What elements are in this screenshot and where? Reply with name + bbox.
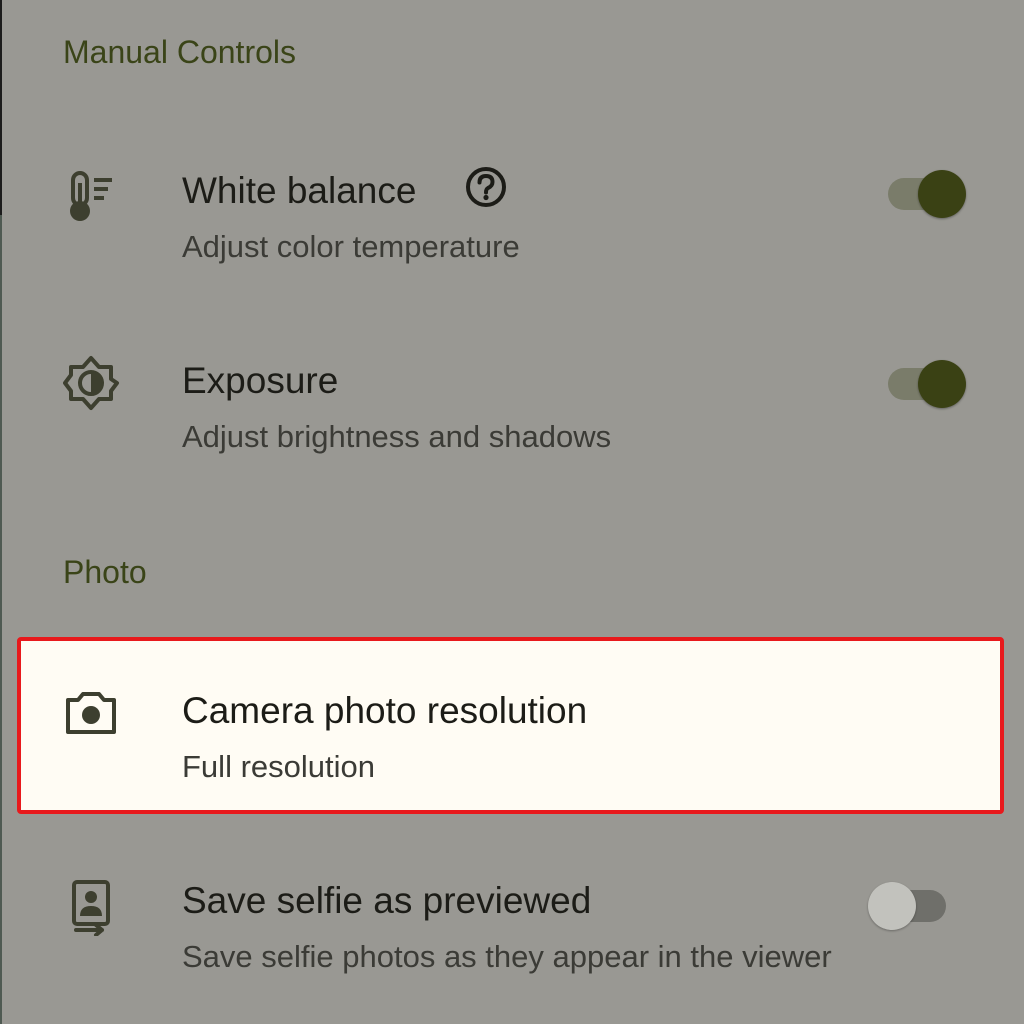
setting-row-save-selfie[interactable]: Save selfie as previewed Save selfie pho…	[0, 870, 1024, 1024]
setting-subtitle: Full resolution	[182, 749, 375, 784]
thermometer-icon	[62, 167, 120, 225]
setting-subtitle: Adjust brightness and shadows	[182, 419, 612, 454]
setting-row-camera-photo-resolution[interactable]: Camera photo resolution Full resolution	[0, 660, 1024, 790]
setting-subtitle: Adjust color temperature	[182, 229, 520, 264]
setting-title: White balance	[182, 170, 417, 211]
save-selfie-toggle[interactable]	[868, 882, 948, 930]
setting-row-exposure[interactable]: Exposure Adjust brightness and shadows	[0, 340, 1024, 470]
camera-icon	[62, 684, 120, 742]
section-header-photo: Photo	[63, 554, 147, 590]
setting-row-white-balance[interactable]: White balance Adjust color temperature	[0, 150, 1024, 280]
help-icon[interactable]	[464, 165, 508, 209]
exposure-icon	[62, 354, 120, 412]
setting-subtitle: Save selfie photos as they appear in the…	[182, 939, 832, 974]
setting-title: Exposure	[182, 360, 339, 401]
setting-title: Save selfie as previewed	[182, 880, 592, 921]
setting-title: Camera photo resolution	[182, 690, 588, 731]
selfie-icon	[62, 878, 120, 936]
exposure-toggle[interactable]	[888, 360, 968, 408]
white-balance-toggle[interactable]	[888, 170, 968, 218]
section-header-manual-controls: Manual Controls	[63, 34, 296, 70]
